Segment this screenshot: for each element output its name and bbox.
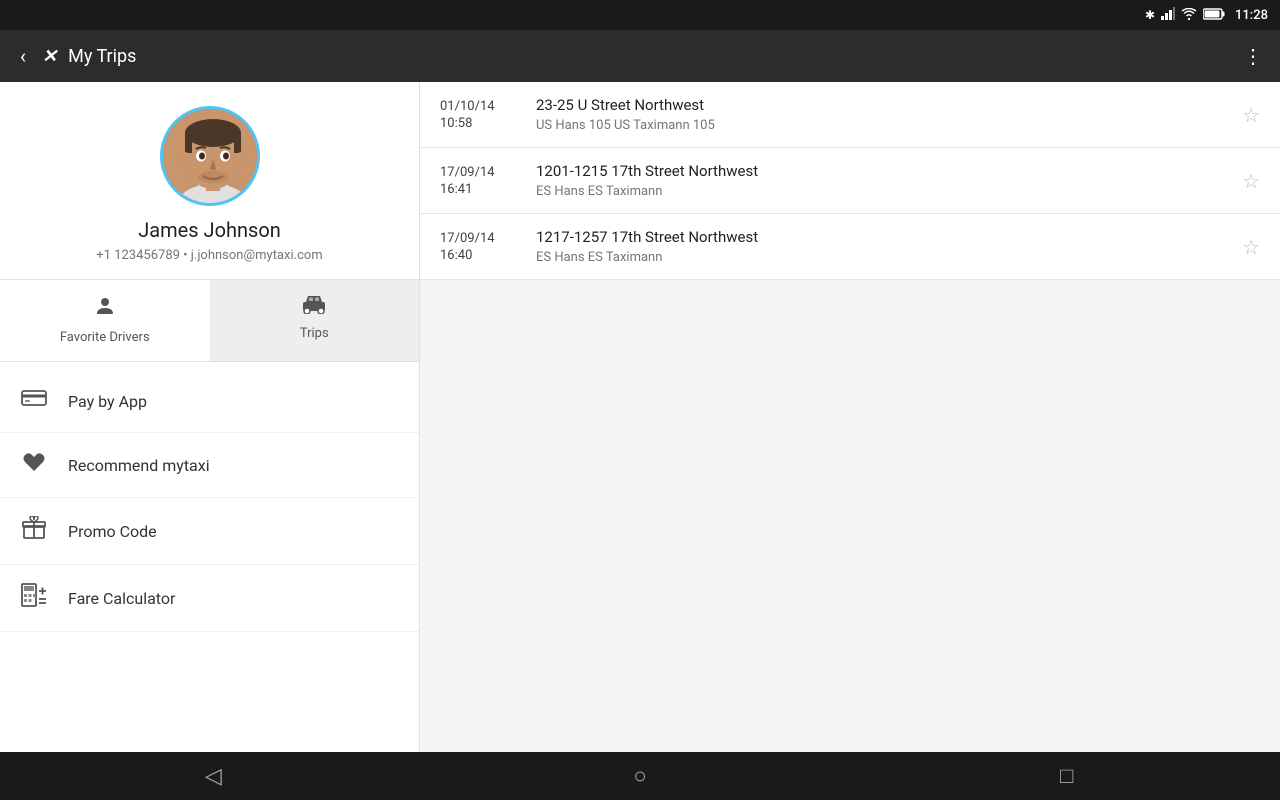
tab-favorite-drivers-label: Favorite Drivers <box>60 330 150 345</box>
avatar-image <box>163 109 257 203</box>
trip-star-button[interactable]: ☆ <box>1242 169 1260 193</box>
trip-date-main: 17/09/14 <box>440 231 520 246</box>
menu-items: Pay by App Recommend mytaxi <box>0 362 419 640</box>
trip-details: 1217-1257 17th Street Northwest ES Hans … <box>520 228 1242 265</box>
trip-date-main: 01/10/14 <box>440 99 520 114</box>
tab-trips-label: Trips <box>300 326 329 341</box>
menu-item-recommend-mytaxi[interactable]: Recommend mytaxi <box>0 433 419 498</box>
person-icon <box>93 294 117 324</box>
sidebar: James Johnson +1 123456789 • j.johnson@m… <box>0 82 420 800</box>
fare-calculator-label: Fare Calculator <box>68 589 175 608</box>
trip-address: 23-25 U Street Northwest <box>536 96 1226 114</box>
time-display: 11:28 <box>1235 8 1268 23</box>
user-contact-info: +1 123456789 • j.johnson@mytaxi.com <box>96 248 322 263</box>
promo-code-label: Promo Code <box>68 522 157 541</box>
status-bar: ✱ 11:28 <box>0 0 1280 30</box>
tabs-container: Favorite Drivers Trips <box>0 280 419 362</box>
avatar <box>160 106 260 206</box>
trip-date-time: 16:40 <box>440 248 520 263</box>
menu-item-pay-by-app[interactable]: Pay by App <box>0 370 419 433</box>
trip-date: 17/09/14 16:40 <box>440 231 520 263</box>
trip-address: 1217-1257 17th Street Northwest <box>536 228 1226 246</box>
car-icon <box>300 294 328 320</box>
nav-back-button[interactable]: ◁ <box>183 756 243 796</box>
gift-icon <box>20 516 48 546</box>
trips-panel: 01/10/14 10:58 23-25 U Street Northwest … <box>420 82 1280 800</box>
main-layout: James Johnson +1 123456789 • j.johnson@m… <box>0 82 1280 800</box>
trip-date-time: 16:41 <box>440 182 520 197</box>
back-button[interactable]: ‹ <box>16 40 30 72</box>
profile-section: James Johnson +1 123456789 • j.johnson@m… <box>0 82 419 280</box>
recommend-mytaxi-label: Recommend mytaxi <box>68 456 210 475</box>
signal-icon <box>1161 7 1175 23</box>
menu-item-promo-code[interactable]: Promo Code <box>0 498 419 565</box>
bluetooth-icon: ✱ <box>1145 8 1155 22</box>
pay-app-icon <box>20 388 48 414</box>
menu-item-fare-calculator[interactable]: Fare Calculator <box>0 565 419 632</box>
trip-star-button[interactable]: ☆ <box>1242 103 1260 127</box>
trip-item[interactable]: 17/09/14 16:40 1217-1257 17th Street Nor… <box>420 214 1280 280</box>
trip-item[interactable]: 01/10/14 10:58 23-25 U Street Northwest … <box>420 82 1280 148</box>
trip-details: 23-25 U Street Northwest US Hans 105 US … <box>520 96 1242 133</box>
more-menu-button[interactable]: ⋮ <box>1243 44 1264 68</box>
trip-star-button[interactable]: ☆ <box>1242 235 1260 259</box>
battery-icon <box>1203 8 1225 23</box>
nav-home-button[interactable]: ○ <box>610 756 670 796</box>
trip-driver: ES Hans ES Taximann <box>536 184 1226 199</box>
user-name: James Johnson <box>138 218 281 242</box>
trip-address: 1201-1215 17th Street Northwest <box>536 162 1226 180</box>
trip-date: 01/10/14 10:58 <box>440 99 520 131</box>
trip-date-time: 10:58 <box>440 116 520 131</box>
page-title: My Trips <box>68 46 1231 67</box>
trip-date: 17/09/14 16:41 <box>440 165 520 197</box>
trip-item[interactable]: 17/09/14 16:41 1201-1215 17th Street Nor… <box>420 148 1280 214</box>
trip-driver: ES Hans ES Taximann <box>536 250 1226 265</box>
pay-by-app-label: Pay by App <box>68 392 147 411</box>
fare-calc-icon <box>20 583 48 613</box>
app-bar: ‹ ✕ My Trips ⋮ <box>0 30 1280 82</box>
bottom-nav: ◁ ○ □ <box>0 752 1280 800</box>
nav-recents-button[interactable]: □ <box>1037 756 1097 796</box>
trip-date-main: 17/09/14 <box>440 165 520 180</box>
tab-trips[interactable]: Trips <box>210 280 420 361</box>
trip-driver: US Hans 105 US Taximann 105 <box>536 118 1226 133</box>
app-logo: ✕ <box>42 46 56 67</box>
heart-icon <box>20 451 48 479</box>
wifi-icon <box>1181 8 1197 23</box>
tab-favorite-drivers[interactable]: Favorite Drivers <box>0 280 210 361</box>
trip-details: 1201-1215 17th Street Northwest ES Hans … <box>520 162 1242 199</box>
